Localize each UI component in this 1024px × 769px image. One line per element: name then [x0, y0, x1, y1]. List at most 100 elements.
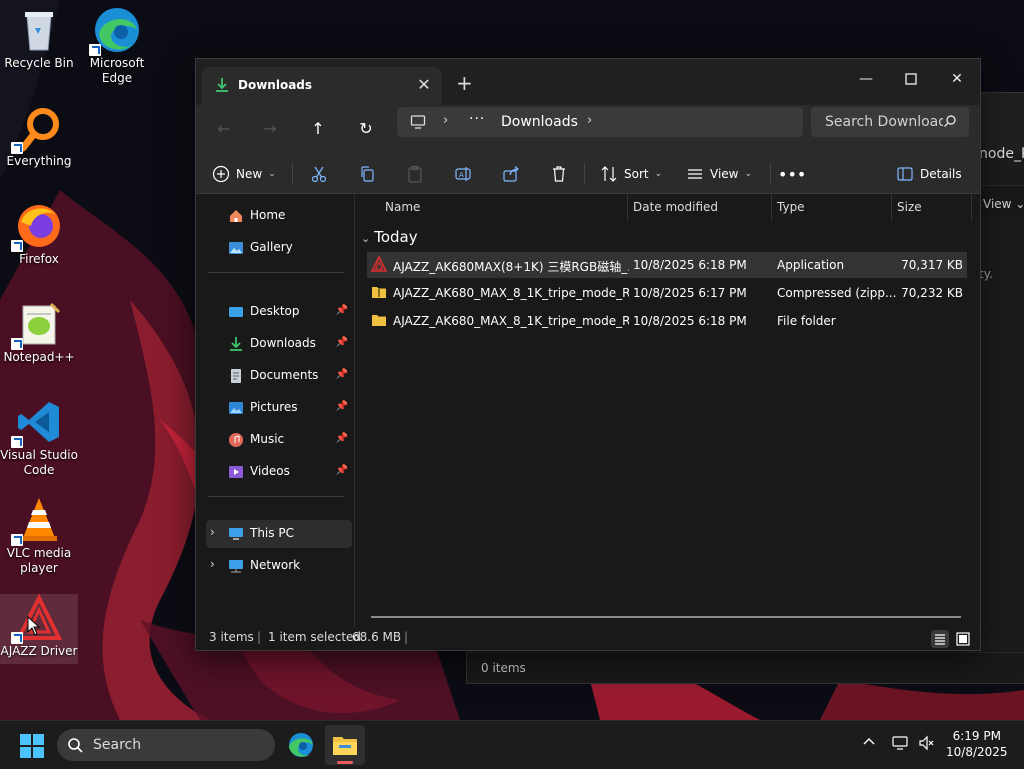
- sidebar-item-label: Documents: [250, 368, 319, 382]
- scissors-icon: [311, 166, 327, 183]
- sidebar-item-videos[interactable]: Videos 📌: [206, 458, 350, 486]
- cut-button[interactable]: [310, 163, 328, 185]
- column-header-type[interactable]: Type: [777, 200, 805, 214]
- breadcrumb-overflow[interactable]: ···: [469, 111, 485, 127]
- desktop-icon-vlc[interactable]: VLC media player: [0, 496, 78, 576]
- pin-icon[interactable]: 📌: [336, 401, 348, 412]
- back-button[interactable]: ←: [212, 119, 236, 141]
- sidebar-item-music[interactable]: Music 📌: [206, 426, 350, 454]
- desktop-icon-recycle-bin[interactable]: Recycle Bin: [0, 6, 78, 71]
- show-hidden-icons-button[interactable]: [862, 735, 876, 752]
- view-button[interactable]: View ⌄: [686, 163, 752, 185]
- breadcrumb-downloads[interactable]: Downloads: [501, 114, 578, 130]
- forward-button[interactable]: →: [258, 119, 282, 141]
- home-icon: [228, 208, 244, 224]
- file-date: 10/8/2025 6:17 PM: [633, 286, 747, 300]
- paste-button[interactable]: [406, 163, 424, 185]
- sidebar-item-this-pc[interactable]: › This PC: [206, 520, 352, 548]
- sidebar-item-network[interactable]: › Network: [206, 552, 350, 580]
- desktop-icon-notepad-plus-plus[interactable]: Notepad++: [0, 300, 78, 365]
- pin-icon[interactable]: 📌: [336, 433, 348, 444]
- sidebar-item-label: Videos: [250, 464, 290, 478]
- details-view-button[interactable]: [931, 630, 949, 648]
- sort-button[interactable]: Sort ⌄: [600, 163, 662, 185]
- videos-icon: [228, 464, 244, 480]
- desktop-icon-vscode[interactable]: Visual Studio Code: [0, 398, 78, 478]
- more-options-button[interactable]: •••: [778, 163, 806, 185]
- command-bar: New ⌄ A Sort ⌄ View ⌄ ••• Details: [196, 155, 980, 194]
- breadcrumb-chevron-icon[interactable]: ›: [587, 113, 592, 128]
- details-view-icon: [935, 634, 945, 645]
- chevron-right-icon[interactable]: ›: [210, 557, 215, 571]
- pin-icon[interactable]: 📌: [336, 337, 348, 348]
- desktop-icon-label: Notepad++: [3, 350, 75, 364]
- taskbar-file-explorer-button[interactable]: [325, 725, 365, 765]
- desktop-icon-label: Recycle Bin: [4, 56, 74, 70]
- start-button[interactable]: [20, 734, 44, 761]
- desktop-icon-edge[interactable]: Microsoft Edge: [78, 6, 156, 86]
- background-view-button[interactable]: View ⌄: [983, 197, 1024, 211]
- delete-button[interactable]: [550, 163, 568, 185]
- file-row[interactable]: AJAZZ_AK680MAX(8+1K) 三模RGB磁轴_... 10/8/20…: [367, 252, 967, 278]
- desktop-icon-everything[interactable]: Everything: [0, 104, 78, 169]
- search-box[interactable]: Search Downloads: [811, 107, 969, 137]
- new-tab-button[interactable]: +: [456, 71, 473, 95]
- up-button[interactable]: ↑: [306, 119, 330, 141]
- sidebar-item-label: Desktop: [250, 304, 300, 318]
- file-row[interactable]: AJAZZ_AK680_MAX_8_1K_tripe_mode_R... 10/…: [367, 280, 967, 306]
- firefox-icon: [11, 202, 63, 252]
- sort-label: Sort: [624, 167, 649, 181]
- sidebar-item-desktop[interactable]: Desktop 📌: [206, 298, 350, 326]
- group-header-today[interactable]: ⌄ Today: [361, 228, 418, 246]
- close-button[interactable]: ✕: [939, 65, 975, 93]
- details-label: Details: [920, 167, 962, 181]
- details-pane-icon: [897, 167, 913, 181]
- sidebar-item-label: Gallery: [250, 240, 293, 254]
- column-header-name[interactable]: Name: [385, 200, 420, 214]
- tab-close-button[interactable]: ✕: [414, 75, 434, 95]
- pin-icon[interactable]: 📌: [336, 465, 348, 476]
- search-placeholder: Search Downloads: [825, 114, 943, 130]
- taskbar-clock[interactable]: 6:19 PM 10/8/2025: [946, 728, 1008, 760]
- sidebar-item-downloads[interactable]: Downloads 📌: [206, 330, 350, 358]
- taskbar-edge-button[interactable]: [281, 725, 321, 765]
- details-pane-button[interactable]: Details: [896, 163, 962, 185]
- tab-title: Downloads: [238, 78, 313, 92]
- file-type: File folder: [777, 314, 836, 328]
- sidebar-item-documents[interactable]: Documents 📌: [206, 362, 350, 390]
- chevron-up-icon: [863, 738, 875, 745]
- pin-icon[interactable]: 📌: [336, 369, 348, 380]
- desktop-icon-firefox[interactable]: Firefox: [0, 202, 78, 267]
- copy-button[interactable]: [358, 163, 376, 185]
- chevron-right-icon[interactable]: ›: [210, 525, 215, 539]
- pin-icon[interactable]: 📌: [336, 305, 348, 316]
- horizontal-scrollbar[interactable]: [371, 616, 961, 618]
- sidebar-item-gallery[interactable]: Gallery: [206, 234, 350, 262]
- new-button[interactable]: New ⌄: [212, 163, 276, 185]
- share-button[interactable]: [502, 163, 520, 185]
- network-status-button[interactable]: [892, 735, 908, 754]
- tab-downloads[interactable]: Downloads ✕: [202, 67, 442, 105]
- navigation-pane: Home Gallery Desktop 📌 Downloads 📌 Docum…: [196, 194, 355, 634]
- search-icon: [67, 737, 83, 756]
- taskbar-search-box[interactable]: Search: [57, 729, 275, 761]
- volume-button[interactable]: [918, 735, 934, 754]
- sidebar-item-home[interactable]: Home: [206, 202, 350, 230]
- refresh-button[interactable]: ↻: [354, 119, 378, 141]
- windows-logo-icon: [20, 734, 44, 758]
- column-header-date[interactable]: Date modified: [633, 200, 718, 214]
- status-size: 68.6 MB: [352, 630, 402, 644]
- file-row[interactable]: AJAZZ_AK680_MAX_8_1K_tripe_mode_R... 10/…: [367, 308, 967, 334]
- maximize-button[interactable]: [893, 65, 929, 93]
- sidebar-item-pictures[interactable]: Pictures 📌: [206, 394, 350, 422]
- clock-time: 6:19 PM: [952, 729, 1001, 743]
- tiles-view-button[interactable]: [954, 630, 972, 648]
- column-header-size[interactable]: Size: [897, 200, 922, 214]
- file-explorer-window[interactable]: Downloads ✕ + — ✕ ← → ↑ ↻ › ··· Download…: [195, 58, 981, 651]
- chevron-down-icon: ⌄: [361, 232, 371, 245]
- breadcrumb-chevron-icon[interactable]: ›: [443, 113, 448, 128]
- rename-button[interactable]: A: [454, 163, 472, 185]
- minimize-button[interactable]: —: [848, 65, 884, 93]
- address-bar[interactable]: › ··· Downloads ›: [397, 107, 803, 137]
- file-name: AJAZZ_AK680_MAX_8_1K_tripe_mode_R...: [393, 286, 629, 300]
